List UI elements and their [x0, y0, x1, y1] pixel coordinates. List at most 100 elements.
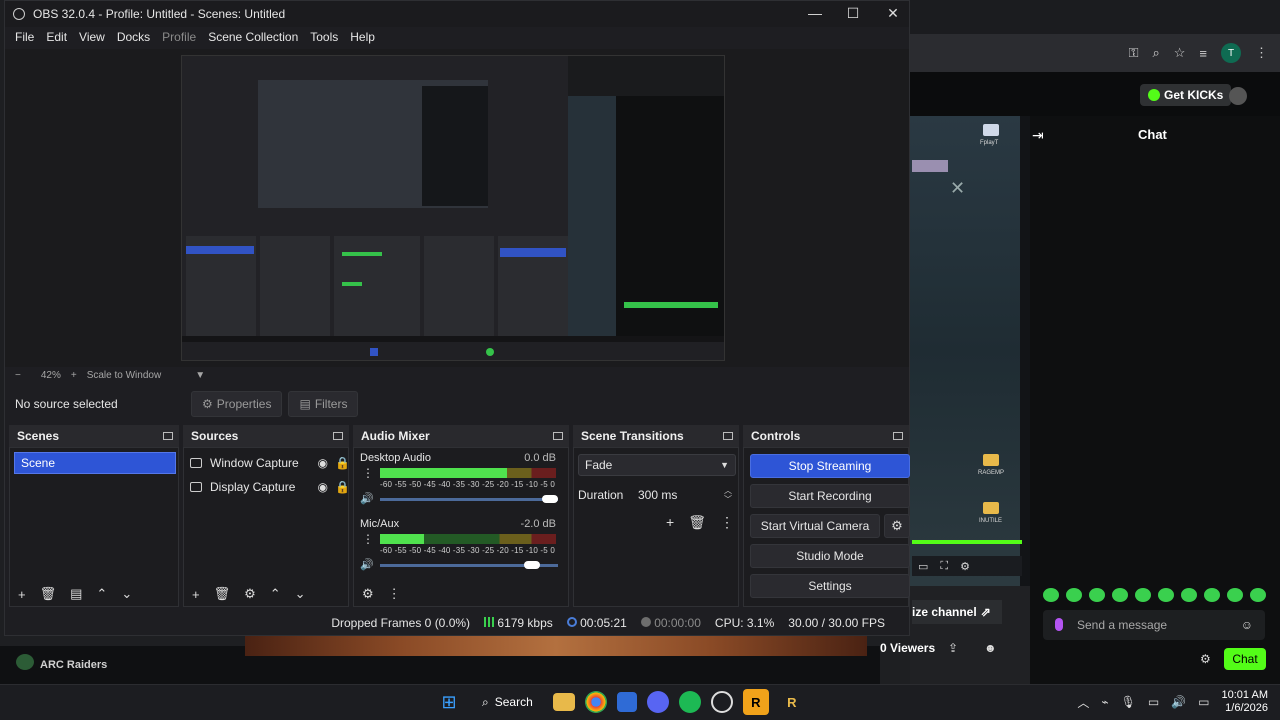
menu-scene-collection[interactable]: Scene Collection: [202, 27, 304, 49]
menu-docks[interactable]: Docks: [111, 27, 156, 49]
undock-icon[interactable]: [163, 432, 173, 440]
emote-icon[interactable]: [1112, 588, 1128, 602]
rockstar-icon[interactable]: R: [742, 689, 769, 715]
start-recording-button[interactable]: Start Recording: [750, 484, 910, 508]
emote-icon[interactable]: [1250, 588, 1266, 602]
move-down-icon[interactable]: ⌄: [295, 586, 306, 602]
spotify-icon[interactable]: [678, 691, 701, 713]
emote-icon[interactable]: [1089, 588, 1105, 602]
undock-icon[interactable]: [553, 432, 563, 440]
filter-icon[interactable]: ▤: [70, 586, 82, 602]
emoji-icon[interactable]: ☺: [1241, 618, 1253, 632]
emote-icon[interactable]: [1181, 588, 1197, 602]
collapse-chat-icon[interactable]: ⇥: [1032, 127, 1044, 144]
user-avatar[interactable]: [1229, 87, 1247, 105]
emote-icon[interactable]: [1043, 588, 1059, 602]
display-icon[interactable]: ▭: [1148, 695, 1159, 709]
emote-icon[interactable]: [1066, 588, 1082, 602]
spin-arrows-icon[interactable]: ︿ ﹀: [724, 486, 732, 504]
obs-taskbar-icon[interactable]: [710, 691, 733, 713]
add-transition-icon[interactable]: +: [666, 514, 674, 531]
emote-icon[interactable]: [1204, 588, 1220, 602]
menu-edit[interactable]: Edit: [40, 27, 73, 49]
chevron-up-icon[interactable]: ︿: [1077, 694, 1089, 711]
gear-icon[interactable]: ⚙: [244, 586, 256, 602]
scene-item[interactable]: Scene: [14, 452, 176, 474]
channel-menu-icon[interactable]: ⋮: [362, 532, 374, 546]
stop-streaming-button[interactable]: Stop Streaming: [750, 454, 910, 478]
network-icon[interactable]: ⌁: [1101, 695, 1108, 709]
volume-icon[interactable]: 🔊: [1171, 695, 1186, 709]
battery-icon[interactable]: ▭: [1198, 695, 1209, 709]
channel-menu-icon[interactable]: ⋮: [362, 466, 374, 480]
zoom-out-button[interactable]: −: [15, 370, 21, 381]
speaker-icon[interactable]: 🔊: [360, 558, 374, 571]
user-add-icon[interactable]: ☻: [984, 641, 997, 655]
move-down-icon[interactable]: ⌄: [121, 586, 132, 602]
trash-icon[interactable]: 🗑: [688, 514, 706, 531]
windows-start-icon[interactable]: ⊞: [436, 689, 462, 715]
duration-input[interactable]: 300 ms ︿ ﹀: [634, 484, 736, 506]
profile-avatar[interactable]: T: [1221, 43, 1241, 63]
emote-icon[interactable]: [1158, 588, 1174, 602]
move-up-icon[interactable]: ⌃: [96, 586, 107, 602]
store-icon[interactable]: [616, 692, 637, 712]
discord-icon[interactable]: [646, 691, 669, 713]
lock-icon[interactable]: 🔒: [335, 456, 350, 470]
trash-icon[interactable]: 🗑: [40, 586, 57, 602]
chat-settings-icon[interactable]: ⚙: [1200, 652, 1211, 666]
player-settings-icon[interactable]: ⚙: [960, 560, 970, 573]
more-icon[interactable]: ⋮: [1255, 45, 1268, 61]
key-icon[interactable]: ⚿: [1129, 45, 1139, 61]
slider-knob[interactable]: [524, 561, 541, 569]
volume-slider[interactable]: [380, 561, 558, 569]
close-overlay-icon[interactable]: ✕: [950, 178, 965, 199]
game-title[interactable]: ARC Raiders: [40, 659, 107, 671]
maximize-button[interactable]: ☐: [833, 5, 873, 22]
studio-mode-button[interactable]: Studio Mode: [750, 544, 910, 568]
theatre-icon[interactable]: ▭: [918, 560, 928, 573]
volume-slider[interactable]: [380, 495, 558, 503]
menu-tools[interactable]: Tools: [304, 27, 344, 49]
transition-select[interactable]: Fade ▼: [578, 454, 736, 476]
zoom-in-button[interactable]: +: [71, 370, 77, 381]
menu-lines-icon[interactable]: ≡: [1199, 46, 1207, 61]
virtual-camera-settings-button[interactable]: ⚙: [884, 514, 910, 538]
fullscreen-icon[interactable]: ⛶: [940, 560, 948, 573]
more-icon[interactable]: ⋮: [388, 586, 401, 602]
folder-icon[interactable]: [983, 454, 999, 466]
more-icon[interactable]: ⋮: [720, 514, 734, 531]
properties-button[interactable]: ⚙ Properties: [191, 391, 283, 417]
undock-icon[interactable]: [723, 432, 733, 440]
add-scene-icon[interactable]: +: [18, 587, 26, 602]
menu-view[interactable]: View: [73, 27, 111, 49]
undock-icon[interactable]: [893, 432, 903, 440]
program-preview[interactable]: [181, 55, 725, 361]
source-item-window-capture[interactable]: Window Capture ◉ 🔒: [190, 452, 350, 474]
menu-help[interactable]: Help: [344, 27, 381, 49]
chrome-icon[interactable]: [584, 691, 607, 713]
eye-icon[interactable]: ◉: [318, 456, 328, 470]
chevron-down-icon[interactable]: ▼: [195, 370, 205, 381]
chat-message-input[interactable]: Send a message ☺: [1043, 610, 1265, 640]
emote-icon[interactable]: [1135, 588, 1151, 602]
speaker-icon[interactable]: 🔊: [360, 492, 374, 505]
folder-icon[interactable]: [983, 502, 999, 514]
start-virtual-camera-button[interactable]: Start Virtual Camera: [750, 514, 880, 538]
settings-button[interactable]: Settings: [750, 574, 910, 598]
microphone-icon[interactable]: 🎙: [1121, 695, 1136, 709]
zoom-icon[interactable]: ⌕: [1152, 45, 1159, 61]
mic-icon[interactable]: [1055, 618, 1063, 631]
app-icon[interactable]: [983, 124, 999, 136]
file-explorer-icon[interactable]: [552, 693, 575, 711]
scale-mode-select[interactable]: Scale to Window: [87, 370, 161, 381]
emote-icon[interactable]: [1227, 588, 1243, 602]
add-source-icon[interactable]: +: [192, 587, 200, 602]
chat-send-button[interactable]: Chat: [1224, 648, 1266, 670]
taskbar-search[interactable]: ⌕ Search: [472, 689, 543, 715]
slider-knob[interactable]: [542, 495, 558, 503]
star-icon[interactable]: ☆: [1174, 45, 1186, 61]
lock-icon[interactable]: 🔒: [335, 480, 350, 494]
trash-icon[interactable]: 🗑: [214, 586, 231, 602]
eye-icon[interactable]: ◉: [318, 480, 328, 494]
